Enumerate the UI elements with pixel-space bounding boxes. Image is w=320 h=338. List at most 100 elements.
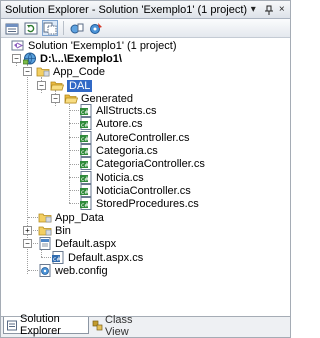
csharp-file-icon: c#: [79, 104, 93, 117]
svg-text:c#: c#: [81, 149, 89, 156]
tab-solution-explorer[interactable]: Solution Explorer: [3, 313, 89, 337]
tree-item-label: D:\...\Exemplo1\: [40, 52, 122, 65]
collapse-toggle-icon[interactable]: −: [12, 54, 21, 63]
tab-class-view[interactable]: Class View: [89, 314, 151, 338]
tree-item-web-config[interactable]: web.config: [38, 264, 108, 277]
tree-connector: [69, 137, 79, 138]
csharp-file-icon: c#: [79, 197, 93, 210]
solution-explorer-icon: [7, 319, 18, 332]
asp-net-configuration-icon[interactable]: [88, 20, 104, 36]
tree-item-label: Noticia.cs: [96, 171, 144, 184]
collapse-toggle-icon[interactable]: −: [23, 239, 32, 248]
collapse-toggle-icon[interactable]: −: [23, 67, 32, 76]
tree-item-label: AllStructs.cs: [96, 104, 157, 117]
tree-item-label: web.config: [55, 264, 108, 277]
tree-item-label: Bin: [55, 224, 71, 237]
tree-connector: [69, 104, 70, 203]
aspx-page-icon: [38, 237, 52, 250]
solution-icon: [11, 39, 25, 52]
tree-connector: [28, 217, 38, 218]
collapse-toggle-icon[interactable]: −: [37, 81, 46, 90]
svg-text:c#: c#: [81, 122, 89, 129]
tree-item-label: App_Code: [53, 65, 105, 78]
tree-item-label: Autore.cs: [96, 117, 143, 130]
tree-item-app-data[interactable]: App_Data: [38, 211, 104, 224]
tab-label: Solution Explorer: [20, 313, 61, 337]
website-project-icon: [23, 52, 37, 65]
tree-item-label: Default.aspx: [55, 237, 117, 250]
csharp-file-icon: c#: [79, 184, 93, 197]
show-all-files-icon[interactable]: [42, 20, 58, 36]
tree-item-file[interactable]: c# StoredProcedures.cs: [79, 197, 199, 210]
tree-item-label: CategoriaController.cs: [96, 157, 205, 170]
tree-item-label: Solution 'Exemplo1' (1 project): [28, 39, 177, 52]
tree-connector: [41, 249, 42, 257]
svg-text:c#: c#: [81, 162, 89, 169]
tree-item-label: AutoreController.cs: [96, 131, 190, 144]
config-file-icon: [38, 264, 52, 277]
window-title: Solution Explorer - Solution 'Exemplo1' …: [5, 3, 248, 16]
svg-text:c#: c#: [81, 189, 89, 196]
auto-hide-pin-icon[interactable]: [261, 3, 273, 17]
tree-connector: [69, 150, 79, 151]
tree-item-file[interactable]: c# Default.aspx.cs: [51, 251, 143, 264]
tree-item-file[interactable]: c# NoticiaController.cs: [79, 184, 191, 197]
close-icon[interactable]: ×: [276, 3, 288, 17]
tree-item-app-code[interactable]: App_Code: [36, 65, 105, 78]
tree-connector: [69, 164, 79, 165]
properties-icon[interactable]: [4, 20, 20, 36]
tree-item-label: StoredProcedures.cs: [96, 197, 199, 210]
collapse-toggle-icon[interactable]: −: [51, 94, 60, 103]
tool-window-tabs: Solution Explorer Class View: [1, 313, 290, 338]
window-position-dropdown-icon[interactable]: ▾: [247, 3, 259, 17]
folder-open-icon: [50, 79, 64, 92]
svg-text:c#: c#: [81, 109, 89, 116]
tab-label: Class View: [105, 313, 133, 338]
csharp-file-icon: c#: [79, 157, 93, 170]
tree-item-label: DAL: [67, 79, 93, 92]
tree-connector: [69, 123, 79, 124]
svg-text:c#: c#: [81, 202, 89, 209]
tree-connector: [69, 190, 79, 191]
tree-item-label: Generated: [81, 92, 133, 105]
tree-connector: [69, 203, 79, 204]
tree-item-file[interactable]: c# AutoreController.cs: [79, 131, 190, 144]
tree-connector: [69, 110, 79, 111]
folder-icon: [38, 224, 52, 237]
tree-item-label: App_Data: [55, 211, 104, 224]
tree-item-default-aspx[interactable]: Default.aspx: [38, 237, 116, 250]
tree-connector: [28, 270, 38, 271]
refresh-icon[interactable]: [23, 20, 39, 36]
tree-item-file[interactable]: c# Noticia.cs: [79, 171, 144, 184]
tree-item-file[interactable]: c# Categoria.cs: [79, 144, 158, 157]
toolbar-separator: [63, 21, 64, 35]
solution-tree[interactable]: Solution 'Exemplo1' (1 project) − D:\...…: [1, 38, 290, 316]
svg-text:c#: c#: [53, 256, 61, 263]
tree-item-dal[interactable]: DAL: [50, 79, 93, 92]
folder-open-icon: [64, 92, 78, 105]
tree-connector: [69, 177, 79, 178]
csharp-codebehind-icon: c#: [51, 251, 65, 264]
tree-connector: [41, 257, 51, 258]
csharp-file-icon: c#: [79, 117, 93, 130]
svg-text:c#: c#: [81, 176, 89, 183]
title-bar[interactable]: Solution Explorer - Solution 'Exemplo1' …: [1, 1, 290, 19]
tree-item-label: Default.aspx.cs: [68, 251, 144, 264]
tree-item-file[interactable]: c# Autore.cs: [79, 117, 142, 130]
folder-icon: [36, 65, 50, 78]
csharp-file-icon: c#: [79, 131, 93, 144]
toolbar: [1, 19, 290, 38]
tree-item-file[interactable]: c# CategoriaController.cs: [79, 157, 205, 170]
tree-item-solution[interactable]: Solution 'Exemplo1' (1 project): [11, 39, 177, 52]
class-view-icon: [92, 319, 103, 332]
folder-icon: [38, 211, 52, 224]
tree-item-project[interactable]: D:\...\Exemplo1\: [23, 52, 122, 65]
tree-item-file[interactable]: c# AllStructs.cs: [79, 104, 157, 117]
solution-explorer-window: Solution Explorer - Solution 'Exemplo1' …: [0, 0, 291, 338]
tree-item-bin[interactable]: Bin: [38, 224, 71, 237]
copy-website-icon[interactable]: [69, 20, 85, 36]
expand-toggle-icon[interactable]: +: [23, 226, 32, 235]
tree-item-label: Categoria.cs: [96, 144, 158, 157]
tree-item-label: NoticiaController.cs: [96, 184, 191, 197]
csharp-file-icon: c#: [79, 171, 93, 184]
